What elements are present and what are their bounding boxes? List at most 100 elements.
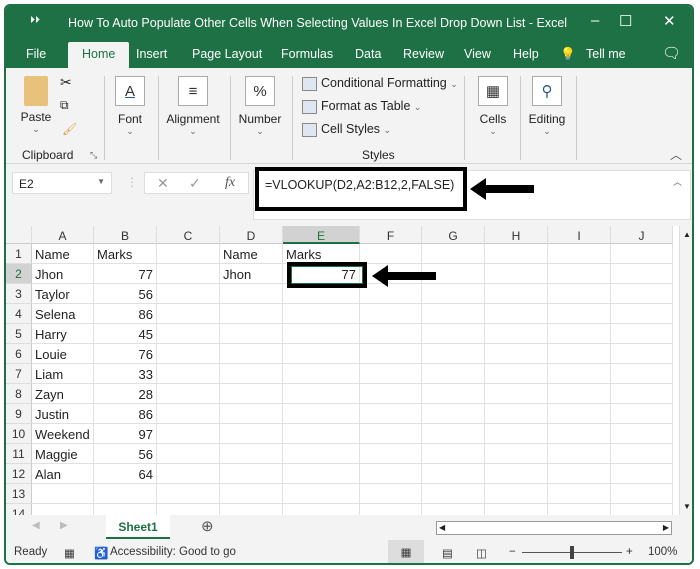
number-button[interactable]: % Number ⌄	[234, 76, 286, 137]
cell-I6[interactable]	[548, 344, 611, 364]
cell-G1[interactable]	[422, 244, 485, 264]
row-header-7[interactable]: 7	[6, 364, 32, 384]
cell-B3[interactable]: 56	[94, 284, 157, 304]
cell-G13[interactable]	[422, 484, 485, 504]
column-header-B[interactable]: B	[94, 226, 157, 244]
column-header-F[interactable]: F	[360, 226, 422, 244]
cell-G7[interactable]	[422, 364, 485, 384]
cell-D14[interactable]	[220, 504, 283, 515]
tab-file[interactable]: File	[26, 47, 46, 61]
cell-G14[interactable]	[422, 504, 485, 515]
quick-access-icon[interactable]: ⏵⏵	[30, 15, 40, 26]
row-header-4[interactable]: 4	[6, 304, 32, 324]
cell-A12[interactable]: Alan	[32, 464, 94, 484]
cell-I8[interactable]	[548, 384, 611, 404]
cell-C11[interactable]	[157, 444, 220, 464]
cell-C7[interactable]	[157, 364, 220, 384]
cell-D4[interactable]	[220, 304, 283, 324]
cell-D12[interactable]	[220, 464, 283, 484]
cell-J4[interactable]	[611, 304, 673, 324]
cell-H7[interactable]	[485, 364, 548, 384]
cell-B7[interactable]: 33	[94, 364, 157, 384]
cell-J6[interactable]	[611, 344, 673, 364]
cell-C12[interactable]	[157, 464, 220, 484]
cell-D2[interactable]: Jhon	[220, 264, 283, 284]
cell-D8[interactable]	[220, 384, 283, 404]
column-header-J[interactable]: J	[611, 226, 673, 244]
cell-J14[interactable]	[611, 504, 673, 515]
cell-H9[interactable]	[485, 404, 548, 424]
tab-insert[interactable]: Insert	[136, 47, 167, 61]
cell-G11[interactable]	[422, 444, 485, 464]
tab-page-layout[interactable]: Page Layout	[192, 47, 262, 61]
zoom-slider[interactable]	[522, 546, 622, 559]
cell-J2[interactable]	[611, 264, 673, 284]
font-button[interactable]: A Font ⌄	[110, 76, 150, 137]
zoom-slider-thumb[interactable]	[570, 546, 574, 559]
name-box[interactable]: E2 ▼	[12, 172, 112, 194]
cell-H1[interactable]	[485, 244, 548, 264]
cell-I2[interactable]	[548, 264, 611, 284]
cell-E8[interactable]	[283, 384, 360, 404]
cell-G6[interactable]	[422, 344, 485, 364]
cell-J10[interactable]	[611, 424, 673, 444]
comments-icon[interactable]: 🗨	[662, 44, 681, 62]
scroll-down-icon[interactable]: ▼	[683, 502, 691, 511]
cell-C1[interactable]	[157, 244, 220, 264]
cell-A6[interactable]: Louie	[32, 344, 94, 364]
cells-button[interactable]: ▦ Cells ⌄	[472, 76, 514, 137]
cell-A1[interactable]: Name	[32, 244, 94, 264]
enter-icon[interactable]: ✓	[189, 175, 201, 192]
cell-C10[interactable]	[157, 424, 220, 444]
cell-A5[interactable]: Harry	[32, 324, 94, 344]
column-header-C[interactable]: C	[157, 226, 220, 244]
cell-I9[interactable]	[548, 404, 611, 424]
cell-H5[interactable]	[485, 324, 548, 344]
minimize-button[interactable]: –	[591, 12, 599, 29]
row-header-1[interactable]: 1	[6, 244, 32, 264]
row-header-14[interactable]: 14	[6, 504, 32, 515]
cell-B2[interactable]: 77	[94, 264, 157, 284]
cell-A4[interactable]: Selena	[32, 304, 94, 324]
accessibility-status[interactable]: Accessibility: Good to go	[110, 546, 236, 558]
tab-review[interactable]: Review	[403, 47, 444, 61]
cell-G10[interactable]	[422, 424, 485, 444]
row-header-12[interactable]: 12	[6, 464, 32, 484]
column-header-A[interactable]: A	[32, 226, 94, 244]
column-header-H[interactable]: H	[485, 226, 548, 244]
row-header-9[interactable]: 9	[6, 404, 32, 424]
cell-F14[interactable]	[360, 504, 422, 515]
tab-formulas[interactable]: Formulas	[281, 47, 333, 61]
macro-icon[interactable]: ▦	[64, 546, 75, 560]
cell-I11[interactable]	[548, 444, 611, 464]
cell-H12[interactable]	[485, 464, 548, 484]
cell-I3[interactable]	[548, 284, 611, 304]
horizontal-scrollbar[interactable]: ◀ ▶	[436, 521, 672, 535]
cell-G8[interactable]	[422, 384, 485, 404]
cell-A14[interactable]	[32, 504, 94, 515]
cell-B13[interactable]	[94, 484, 157, 504]
cell-I10[interactable]	[548, 424, 611, 444]
row-header-5[interactable]: 5	[6, 324, 32, 344]
cell-E9[interactable]	[283, 404, 360, 424]
cell-J12[interactable]	[611, 464, 673, 484]
cell-B5[interactable]: 45	[94, 324, 157, 344]
cell-A10[interactable]: Weekend	[32, 424, 94, 444]
cell-B1[interactable]: Marks	[94, 244, 157, 264]
cell-A3[interactable]: Taylor	[32, 284, 94, 304]
cell-F8[interactable]	[360, 384, 422, 404]
cell-B8[interactable]: 28	[94, 384, 157, 404]
collapse-ribbon-icon[interactable]: ︿	[670, 146, 682, 163]
cell-E10[interactable]	[283, 424, 360, 444]
cell-G5[interactable]	[422, 324, 485, 344]
cell-E6[interactable]	[283, 344, 360, 364]
cell-I12[interactable]	[548, 464, 611, 484]
tab-data[interactable]: Data	[355, 47, 381, 61]
cell-I1[interactable]	[548, 244, 611, 264]
cell-G4[interactable]	[422, 304, 485, 324]
cell-F5[interactable]	[360, 324, 422, 344]
cell-G3[interactable]	[422, 284, 485, 304]
cell-D5[interactable]	[220, 324, 283, 344]
cell-F4[interactable]	[360, 304, 422, 324]
cancel-icon[interactable]: ✕	[157, 175, 169, 192]
